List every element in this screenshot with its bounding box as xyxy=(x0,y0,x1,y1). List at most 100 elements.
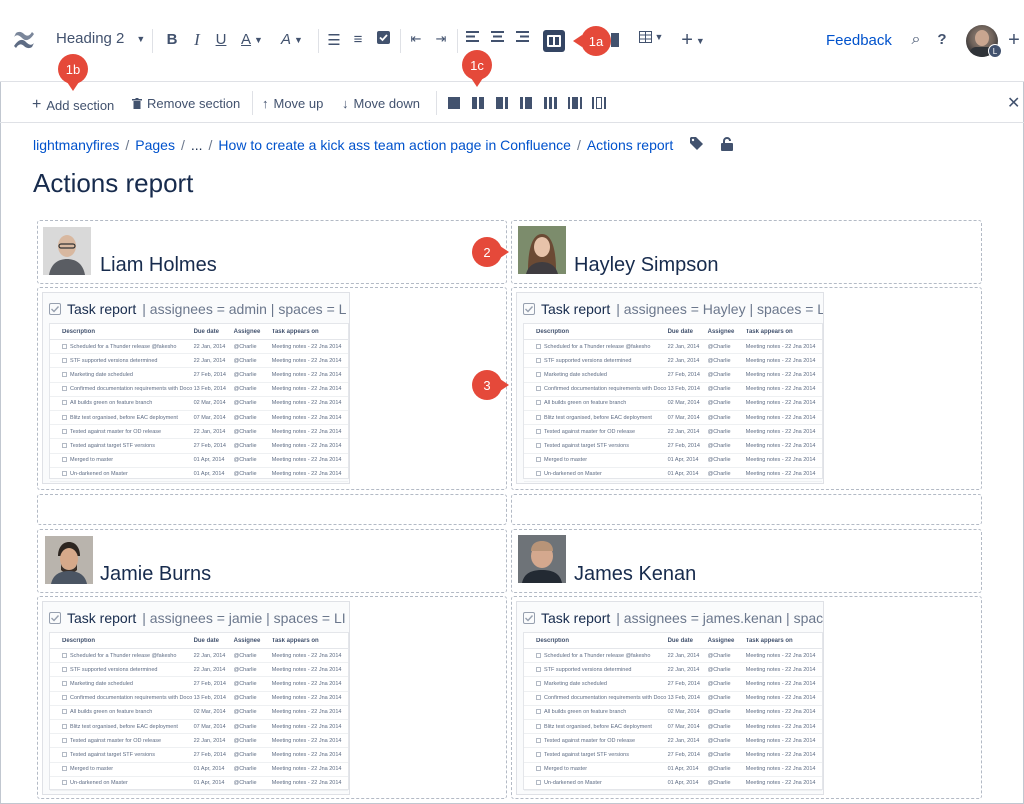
bullet-list-icon[interactable]: ☰ xyxy=(327,31,341,49)
layout-cell-liam-header[interactable]: Liam Holmes xyxy=(37,220,507,284)
search-icon[interactable]: ⌕ xyxy=(908,31,924,49)
layout-cell-hayley-tasks[interactable]: Task report | assignees = Hayley | space… xyxy=(511,287,982,490)
task-description: Un-darkened on Master xyxy=(544,471,602,478)
table-cell: @Charlie xyxy=(707,457,731,464)
confluence-logo-icon[interactable] xyxy=(12,28,36,52)
table-cell: 22 Jan, 2014 xyxy=(667,666,700,673)
table-cell: Blitz test organised, before EAC deploym… xyxy=(50,415,194,421)
layout-cell-james-header[interactable]: James Kenan xyxy=(511,529,982,593)
feedback-link[interactable]: Feedback xyxy=(826,32,892,49)
task-checkbox-icon xyxy=(536,414,541,420)
image-icon[interactable] xyxy=(611,33,619,47)
task-list-icon[interactable] xyxy=(376,31,390,44)
task-report-macro[interactable]: Task report | assignees = jamie | spaces… xyxy=(42,601,350,795)
task-checkbox-icon xyxy=(536,709,541,715)
align-center-icon[interactable] xyxy=(490,31,504,42)
layout-three-column-outlined-icon[interactable] xyxy=(592,97,606,109)
table-cell: Scheduled for a Thunder release @fakesho xyxy=(50,653,194,659)
close-icon[interactable]: ✕ xyxy=(1007,93,1020,113)
table-cell: 01 Apr, 2014 xyxy=(193,780,225,787)
layout-single-column-icon[interactable] xyxy=(448,97,460,109)
task-report-macro[interactable]: Task report | assignees = james.kenan | … xyxy=(516,601,824,795)
layout-cell-empty[interactable] xyxy=(37,494,507,525)
table-cell: 22 Jan, 2014 xyxy=(667,343,700,350)
table-cell: 27 Feb, 2014 xyxy=(667,371,700,378)
task-report-macro[interactable]: Task report | assignees = Hayley | space… xyxy=(516,292,824,484)
task-checkbox-icon xyxy=(62,457,67,463)
table-row: Blitz test organised, before EAC deploym… xyxy=(50,720,348,735)
table-cell: Meeting notes - 22 Jna 2014 xyxy=(271,386,342,393)
task-checkbox-icon xyxy=(62,666,67,672)
insert-button[interactable]: + ▼ xyxy=(680,29,706,52)
remove-section-button[interactable]: Remove section xyxy=(132,96,240,111)
align-right-icon[interactable] xyxy=(515,31,529,42)
task-report-header: Task report | assignees = jamie | spaces… xyxy=(49,610,346,626)
breadcrumb-parent-page[interactable]: How to create a kick ass team action pag… xyxy=(218,137,571,153)
layout-two-column-right-sidebar-icon[interactable] xyxy=(496,97,508,109)
page-title[interactable]: Actions report xyxy=(33,168,193,199)
move-down-button[interactable]: ↓ Move down xyxy=(342,96,420,111)
checkbox-icon xyxy=(523,303,535,315)
layout-cell-jamie-header[interactable]: Jamie Burns xyxy=(37,529,507,593)
create-plus-icon[interactable]: + xyxy=(1006,29,1022,52)
toolbar-divider xyxy=(436,91,437,115)
table-row: Marketing date scheduled 27 Feb, 2014 @Cha… xyxy=(50,677,348,692)
table-cell: 01 Apr, 2014 xyxy=(667,457,699,464)
breadcrumb-current-page[interactable]: Actions report xyxy=(587,137,673,153)
task-table-header: Description Due date Assignee Task appears … xyxy=(50,324,348,340)
task-checkbox-icon xyxy=(536,457,541,463)
outdent-icon[interactable]: ⇤ xyxy=(408,31,424,47)
breadcrumb-pages[interactable]: Pages xyxy=(135,137,175,153)
add-section-button[interactable]: + Add section xyxy=(32,96,114,114)
italic-button[interactable]: I xyxy=(190,30,204,50)
task-checkbox-icon xyxy=(62,386,67,392)
layout-cell-jamie-tasks[interactable]: Task report | assignees = jamie | spaces… xyxy=(37,596,507,799)
page-layout-button[interactable] xyxy=(543,30,565,52)
layout-cell-hayley-header[interactable]: Hayley Simpson xyxy=(511,220,982,284)
task-checkbox-icon xyxy=(536,780,541,786)
bold-button[interactable]: B xyxy=(165,31,179,48)
text-color-button[interactable]: A ▼ xyxy=(238,31,266,48)
avatar-badge: L xyxy=(988,44,1002,58)
text-style-dropdown[interactable]: Heading 2 ▼ xyxy=(56,30,145,47)
task-description: Tested against target STF versions xyxy=(544,751,629,758)
table-cell: Scheduled for a Thunder release @fakesho xyxy=(50,344,194,350)
unlock-icon[interactable] xyxy=(721,137,733,151)
task-report-macro[interactable]: Task report | assignees = admin | spaces… xyxy=(42,292,350,484)
table-row: Confirmed documentation requirements wit… xyxy=(524,383,822,397)
layout-two-column-icon[interactable] xyxy=(472,97,484,109)
underline-button[interactable]: U xyxy=(214,31,228,48)
indent-icon[interactable]: ⇥ xyxy=(433,31,449,47)
breadcrumb-ellipsis[interactable]: ... xyxy=(191,137,203,153)
task-description: All builds green on feature branch xyxy=(70,400,153,407)
layout-three-column-icon[interactable] xyxy=(544,97,557,109)
task-checkbox-icon xyxy=(62,737,67,743)
task-report-title: Task report xyxy=(541,610,611,626)
label-tag-icon[interactable] xyxy=(690,137,703,150)
layout-cell-liam-tasks[interactable]: Task report | assignees = admin | spaces… xyxy=(37,287,507,490)
task-description: STF supported versions determined xyxy=(544,357,632,364)
task-checkbox-icon xyxy=(536,471,541,477)
layout-two-column-left-sidebar-icon[interactable] xyxy=(520,97,532,109)
clear-format-button[interactable]: A ▼ xyxy=(278,31,306,48)
move-up-button[interactable]: ↑ Move up xyxy=(262,96,323,111)
layout-cell-empty[interactable] xyxy=(511,494,982,525)
table-cell: 07 Mar, 2014 xyxy=(193,414,226,421)
text-color-icon: A xyxy=(241,31,252,48)
table-row: All builds green on feature branch 02 Mar… xyxy=(50,397,348,411)
table-cell: @Charlie xyxy=(233,680,257,687)
layout-cell-james-tasks[interactable]: Task report | assignees = james.kenan | … xyxy=(511,596,982,799)
layout-three-column-sidebars-icon[interactable] xyxy=(568,97,582,109)
help-icon[interactable]: ? xyxy=(936,31,948,48)
breadcrumb-space[interactable]: lightmanyfires xyxy=(33,137,119,153)
table-cell: Meeting notes - 22 Jna 2014 xyxy=(271,371,342,378)
table-cell: @Charlie xyxy=(233,695,257,702)
table-button[interactable]: ▼ xyxy=(638,31,664,43)
task-report-header: Task report | assignees = james.kenan | … xyxy=(523,610,823,626)
task-checkbox-icon xyxy=(62,695,67,701)
align-left-icon[interactable] xyxy=(465,31,479,42)
column-header: Due date xyxy=(193,637,219,644)
table-cell: @Charlie xyxy=(707,737,731,744)
task-checkbox-icon xyxy=(62,780,67,786)
numbered-list-icon[interactable]: ≡ xyxy=(351,31,365,48)
